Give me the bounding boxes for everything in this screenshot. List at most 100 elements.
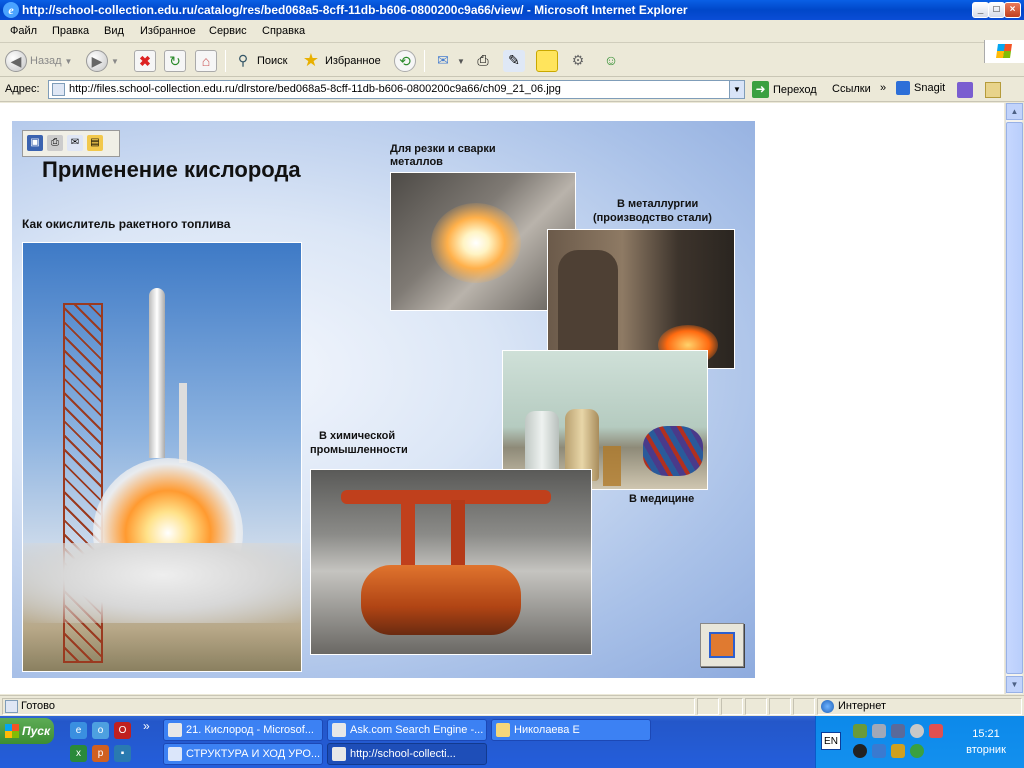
- taskbar-button-label: Ask.com Search Engine -...: [350, 724, 484, 736]
- search-label: Поиск: [257, 55, 288, 67]
- scroll-thumb[interactable]: [1006, 122, 1023, 674]
- taskbar-button-label: СТРУКТУРА И ХОД УРО...: [186, 748, 321, 760]
- rocket-caption: Как окислитель ракетного топлива: [22, 217, 231, 231]
- menu-help[interactable]: Справка: [262, 25, 305, 37]
- globe-icon: [821, 700, 834, 713]
- research-icon[interactable]: ⚙: [567, 50, 589, 72]
- quicklaunch-powerpoint-icon[interactable]: p: [92, 745, 109, 762]
- edit-icon[interactable]: ✎: [503, 50, 525, 72]
- toolbar-separator: [225, 50, 226, 72]
- tray-update-icon[interactable]: [910, 744, 924, 758]
- status-panel-empty: [721, 698, 743, 715]
- address-dropdown-icon[interactable]: ▼: [729, 81, 744, 98]
- clock[interactable]: 15:21 вторник: [956, 726, 1016, 758]
- zone-panel: Интернет: [817, 698, 1022, 715]
- taskbar-button-folder[interactable]: Николаева Е: [491, 719, 651, 741]
- quicklaunch-chevron-icon[interactable]: »: [143, 719, 150, 733]
- ie-window-icon: [332, 723, 346, 737]
- menu-bar: Файл Правка Вид Избранное Сервис Справка: [0, 20, 1024, 63]
- page-status-icon: [5, 700, 18, 713]
- mail-dropdown-icon: ▼: [457, 56, 465, 66]
- taskbar-button-word-oxygen[interactable]: 21. Кислород - Microsof...: [163, 719, 323, 741]
- menu-favorites[interactable]: Избранное: [140, 25, 196, 37]
- quicklaunch-desktop-icon[interactable]: ▪: [114, 745, 131, 762]
- print-icon[interactable]: ⎙: [472, 50, 494, 72]
- forward-dropdown-icon[interactable]: ▼: [111, 57, 119, 66]
- window-icon: [168, 723, 182, 737]
- quicklaunch-opera-icon[interactable]: O: [114, 722, 131, 739]
- history-icon[interactable]: ⟲: [394, 50, 416, 72]
- fullscreen-expand-button[interactable]: [700, 623, 744, 667]
- scroll-up-arrow-icon[interactable]: ▲: [1006, 103, 1023, 120]
- quicklaunch-ie-icon[interactable]: e: [70, 722, 87, 739]
- mail-icon: ✉: [437, 52, 449, 68]
- forward-button[interactable]: ▶ ▼: [86, 49, 119, 73]
- capture-window-icon[interactable]: [985, 82, 1001, 98]
- industrial-tank: [361, 565, 521, 635]
- favorites-button[interactable]: ★ Избранное: [300, 49, 381, 73]
- home-icon[interactable]: ⌂: [195, 50, 217, 72]
- tray-monitor-icon[interactable]: [891, 724, 905, 738]
- save-icon[interactable]: ▣: [27, 135, 43, 151]
- tray-network-icon[interactable]: [853, 724, 867, 738]
- maximize-button[interactable]: □: [988, 2, 1005, 18]
- menu-view[interactable]: Вид: [104, 25, 124, 37]
- start-button[interactable]: Пуск: [0, 718, 54, 744]
- address-input[interactable]: http://files.school-collection.edu.ru/dl…: [48, 80, 745, 99]
- back-arrow-icon: ◀: [5, 50, 27, 72]
- menu-file[interactable]: Файл: [10, 25, 37, 37]
- search-button[interactable]: ⚲ Поиск: [232, 49, 288, 73]
- status-panel-empty: [697, 698, 719, 715]
- links-toolbar[interactable]: Ссылки: [832, 83, 871, 95]
- taskbar-button-label: 21. Кислород - Microsof...: [186, 724, 314, 736]
- search-icon: ⚲: [237, 52, 249, 68]
- taskbar-button-ask[interactable]: Ask.com Search Engine -...: [327, 719, 487, 741]
- scroll-down-arrow-icon[interactable]: ▼: [1006, 676, 1023, 693]
- tray-disk-icon[interactable]: [910, 724, 924, 738]
- status-panel-empty: [769, 698, 791, 715]
- glass-beaker: [603, 446, 621, 486]
- mail-button[interactable]: ✉ ▼: [432, 49, 465, 73]
- go-button[interactable]: ➜ Переход: [752, 81, 817, 98]
- quicklaunch-excel-icon[interactable]: x: [70, 745, 87, 762]
- taskbar-button-word-structure[interactable]: СТРУКТУРА И ХОД УРО...: [163, 743, 323, 765]
- email-icon[interactable]: ✉: [67, 135, 83, 151]
- menu-edit[interactable]: Правка: [52, 25, 89, 37]
- tray-key-icon[interactable]: [891, 744, 905, 758]
- tray-people-icon[interactable]: [872, 744, 886, 758]
- minimize-button[interactable]: _: [972, 2, 989, 18]
- taskbar: Пуск e o O x p ▪ » 21. Кислород - Micros…: [0, 716, 1024, 768]
- chemical-industry-photo: [310, 469, 592, 655]
- slide-image: ▣ ⎙ ✉ ▤ Применение кислорода Как окислит…: [12, 121, 755, 678]
- tray-media-icon[interactable]: [853, 744, 867, 758]
- quicklaunch-outlook-icon[interactable]: o: [92, 722, 109, 739]
- back-button[interactable]: ◀ Назад ▼: [5, 49, 72, 73]
- window-titlebar: e http://school-collection.edu.ru/catalo…: [0, 0, 1024, 20]
- blanket: [643, 426, 703, 476]
- close-button[interactable]: ×: [1004, 2, 1021, 18]
- tray-antivirus-icon[interactable]: [929, 724, 943, 738]
- links-chevron-icon[interactable]: »: [880, 82, 886, 94]
- menu-tools[interactable]: Сервис: [209, 25, 247, 37]
- print-icon[interactable]: ⎙: [47, 135, 63, 151]
- snagit-button[interactable]: Snagit: [896, 81, 945, 95]
- vertical-scrollbar[interactable]: ▲ ▼: [1005, 103, 1023, 694]
- go-arrow-icon: ➜: [752, 81, 769, 98]
- taskbar-button-school-collection[interactable]: http://school-collecti...: [327, 743, 487, 765]
- note-icon[interactable]: [536, 50, 558, 72]
- refresh-icon[interactable]: ↻: [164, 50, 186, 72]
- start-label: Пуск: [22, 724, 51, 738]
- capture-icon[interactable]: [957, 82, 973, 98]
- tray-display-icon[interactable]: [872, 724, 886, 738]
- language-indicator[interactable]: EN: [821, 732, 841, 750]
- back-dropdown-icon[interactable]: ▼: [65, 57, 73, 66]
- forward-arrow-icon: ▶: [86, 50, 108, 72]
- status-text: Готово: [21, 700, 55, 712]
- rocket-booster: [179, 383, 187, 463]
- favorites-star-icon: ★: [302, 50, 320, 70]
- folder-icon[interactable]: ▤: [87, 135, 103, 151]
- messenger-icon[interactable]: ☺: [600, 50, 622, 72]
- internet-explorer-icon: e: [3, 2, 19, 18]
- stop-icon[interactable]: ✖: [134, 50, 156, 72]
- taskbar-button-label: Николаева Е: [514, 724, 580, 736]
